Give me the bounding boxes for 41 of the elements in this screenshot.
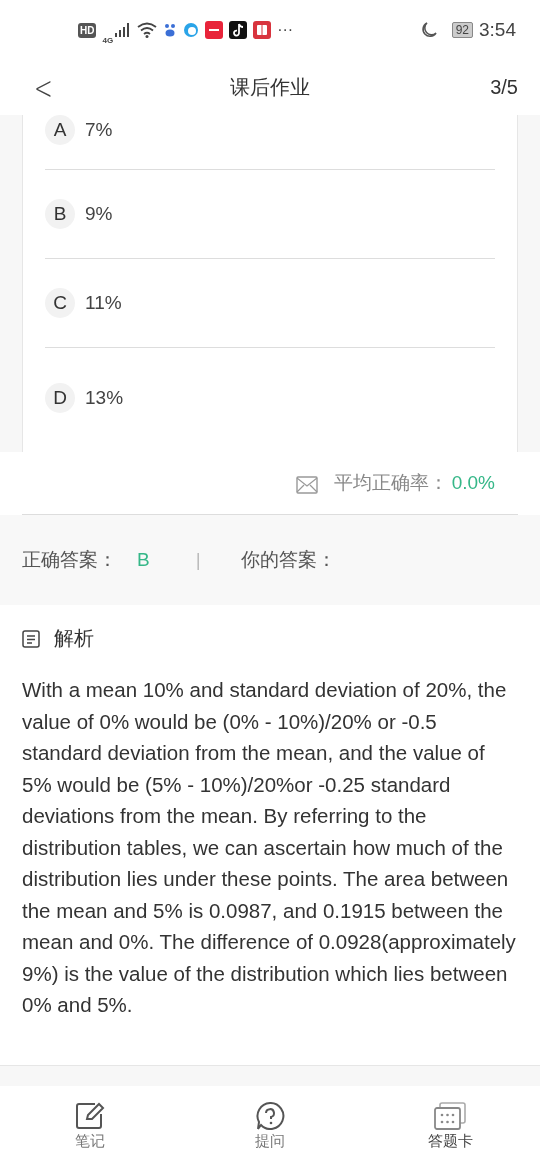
- mail-icon: [295, 476, 318, 494]
- accuracy-value: 0.0%: [451, 472, 495, 494]
- music-note-app-icon: [229, 21, 248, 39]
- option-text: 11%: [85, 292, 122, 314]
- back-button[interactable]: <: [29, 68, 57, 107]
- answer-option[interactable]: D 13%: [45, 348, 495, 452]
- option-text: 13%: [85, 387, 124, 409]
- wifi-icon: [137, 22, 158, 38]
- nav-tab[interactable]: 提问: [210, 1102, 330, 1155]
- clock-time: 3:54: [479, 19, 516, 41]
- signal-icon: [115, 23, 132, 37]
- correct-answer-value: B: [137, 549, 150, 571]
- hd-indicator: HD: [78, 22, 97, 38]
- edit-icon: [75, 1102, 105, 1130]
- paw-icon: [163, 22, 178, 38]
- separator: |: [195, 549, 201, 571]
- battery-level: 92: [451, 22, 473, 38]
- answer-option[interactable]: B 9%: [45, 170, 495, 259]
- option-letter: B: [45, 199, 75, 229]
- nav-tab[interactable]: 答题卡: [390, 1102, 510, 1155]
- analysis-title: 解析: [54, 626, 94, 651]
- accuracy-label: 平均正确率：: [333, 471, 448, 495]
- answer-option[interactable]: C 11%: [45, 259, 495, 348]
- more-notifications: ···: [277, 21, 294, 39]
- question-bubble-icon: [255, 1102, 285, 1130]
- network-type: 4G: [102, 35, 114, 45]
- your-answer-label: 你的答案：: [240, 548, 336, 572]
- option-text: 7%: [85, 119, 113, 141]
- option-text: 9%: [85, 203, 113, 225]
- moon-icon: [419, 21, 438, 39]
- answer-card-icon: [434, 1102, 466, 1130]
- document-icon: [22, 629, 40, 648]
- analysis-text: With a mean 10% and standard deviation of 20%, the value of 0% would be (0% - 10%)/20% or -0.5 standard deviation from the mean, and the value of 5% would be (5% - 10%)/20%or -0.25 standard deviations from the mean. By referring to the distribution tables, we can ascertain how much of the distribution lies under these points. The area between the mean and 5% is 0.0987, and 0.1915 between the mean and 0%. The difference of 0.0928(approximately 9%) is the value of the distribution which lies between 0% and 5%.: [22, 677, 517, 1018]
- correct-answer-label: 正确答案：: [22, 548, 117, 572]
- option-letter: A: [45, 115, 75, 145]
- option-letter: C: [45, 288, 75, 318]
- option-letter: D: [45, 383, 75, 413]
- nav-tab[interactable]: 笔记: [30, 1102, 150, 1155]
- minus-app-icon: [205, 21, 224, 39]
- answer-option[interactable]: A 7%: [45, 115, 495, 170]
- page-title: 课后作业: [230, 75, 310, 100]
